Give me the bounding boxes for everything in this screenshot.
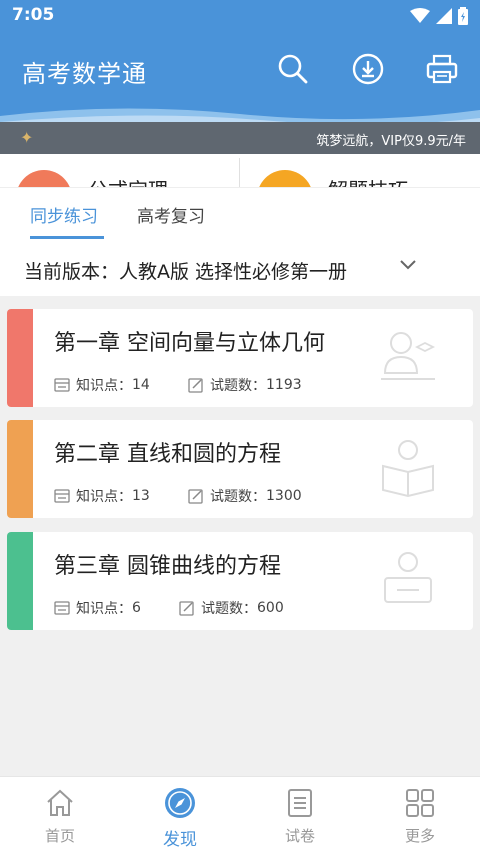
formula-icon [16, 170, 72, 187]
points-value: 14 [132, 377, 150, 393]
questions-label: 试题数： [210, 489, 266, 505]
signal-icon [436, 8, 452, 24]
points-value: 13 [132, 488, 150, 504]
edit-icon [179, 601, 194, 616]
nav-label: 更多 [404, 827, 435, 845]
points-value: 6 [132, 600, 141, 616]
chapter-title: 第二章 直线和圆的方程 [54, 442, 281, 467]
app-header: 高考数学通 [0, 32, 480, 108]
card-color-stripe [7, 309, 33, 407]
card-color-stripe [7, 532, 33, 630]
nav-label: 试卷 [284, 827, 315, 845]
points-label: 知识点： [76, 601, 132, 617]
person-study-icon [381, 332, 436, 380]
grid-icon [406, 789, 434, 817]
edition-selector[interactable]: 当前版本：人教A版 选择性必修第一册 [0, 242, 480, 296]
home-icon [47, 789, 73, 816]
points-label: 知识点： [76, 378, 132, 394]
chapter-card[interactable]: 第一章 空间向量与立体几何 知识点： 14 试题数： 1193 [7, 309, 473, 407]
questions-label: 试题数： [201, 601, 257, 617]
edition-label: 当前版本：人教A版 选择性必修第一册 [24, 261, 348, 283]
chapter-card[interactable]: 第三章 圆锥曲线的方程 知识点： 6 试题数： 600 [7, 532, 473, 630]
bottom-nav: 首页 发现 试卷 更多 [0, 776, 480, 852]
person-reading-icon [382, 440, 434, 498]
nav-more[interactable]: 更多 [380, 787, 460, 846]
nav-label: 发现 [163, 830, 197, 850]
quick-link-techniques[interactable]: 解题技巧 [240, 154, 480, 187]
questions-value: 1300 [266, 488, 302, 504]
chapter-card[interactable]: 第二章 直线和圆的方程 知识点： 13 试题数： 1300 [7, 420, 473, 518]
battery-icon [458, 7, 468, 25]
edit-icon [188, 378, 203, 393]
app-title: 高考数学通 [22, 60, 147, 88]
person-desk-icon [384, 552, 432, 603]
knowledge-points: 知识点： 14 [54, 375, 150, 395]
nav-papers[interactable]: 试卷 [260, 787, 340, 846]
quick-links: 公式定理 解题技巧 [0, 154, 480, 188]
questions-value: 1193 [266, 377, 302, 393]
compass-icon [165, 788, 195, 818]
download-icon[interactable] [351, 52, 385, 86]
chapter-title: 第一章 空间向量与立体几何 [54, 331, 325, 356]
paper-icon [288, 789, 312, 817]
chapter-title: 第三章 圆锥曲线的方程 [54, 554, 281, 579]
status-bar: 7:05 [0, 0, 480, 32]
tab-indicator [30, 236, 104, 239]
nav-discover[interactable]: 发现 [140, 787, 220, 850]
quick-link-formulas[interactable]: 公式定理 [0, 154, 239, 187]
question-count: 试题数： 1300 [188, 486, 302, 506]
list-icon [54, 601, 70, 615]
chevron-down-icon [400, 260, 416, 270]
questions-value: 600 [257, 600, 284, 616]
wifi-icon [410, 8, 430, 23]
nav-home[interactable]: 首页 [20, 787, 100, 846]
card-color-stripe [7, 420, 33, 518]
edit-icon [188, 489, 203, 504]
vip-banner-text: 筑梦远航，VIP仅9.9元/年 [316, 134, 466, 149]
quick-link-label: 解题技巧 [328, 174, 408, 187]
nav-label: 首页 [44, 827, 75, 845]
question-count: 试题数： 600 [179, 598, 284, 618]
print-icon[interactable] [425, 52, 459, 86]
tab-exam-review[interactable]: 高考复习 [137, 202, 205, 227]
star-icon: ✦ [20, 128, 34, 147]
knowledge-points: 知识点： 13 [54, 486, 150, 506]
vip-banner[interactable]: ✦ 筑梦远航，VIP仅9.9元/年 [0, 122, 480, 154]
quick-link-label: 公式定理 [88, 174, 168, 187]
tab-bar: 同步练习 高考复习 [0, 188, 480, 242]
list-icon [54, 489, 70, 503]
list-icon [54, 378, 70, 392]
question-count: 试题数： 1193 [188, 375, 302, 395]
tab-sync-practice[interactable]: 同步练习 [30, 202, 98, 227]
points-label: 知识点： [76, 489, 132, 505]
technique-icon [257, 170, 313, 187]
search-icon[interactable] [276, 52, 310, 86]
status-icons [410, 7, 468, 25]
knowledge-points: 知识点： 6 [54, 598, 141, 618]
status-time: 7:05 [12, 5, 55, 25]
questions-label: 试题数： [210, 378, 266, 394]
